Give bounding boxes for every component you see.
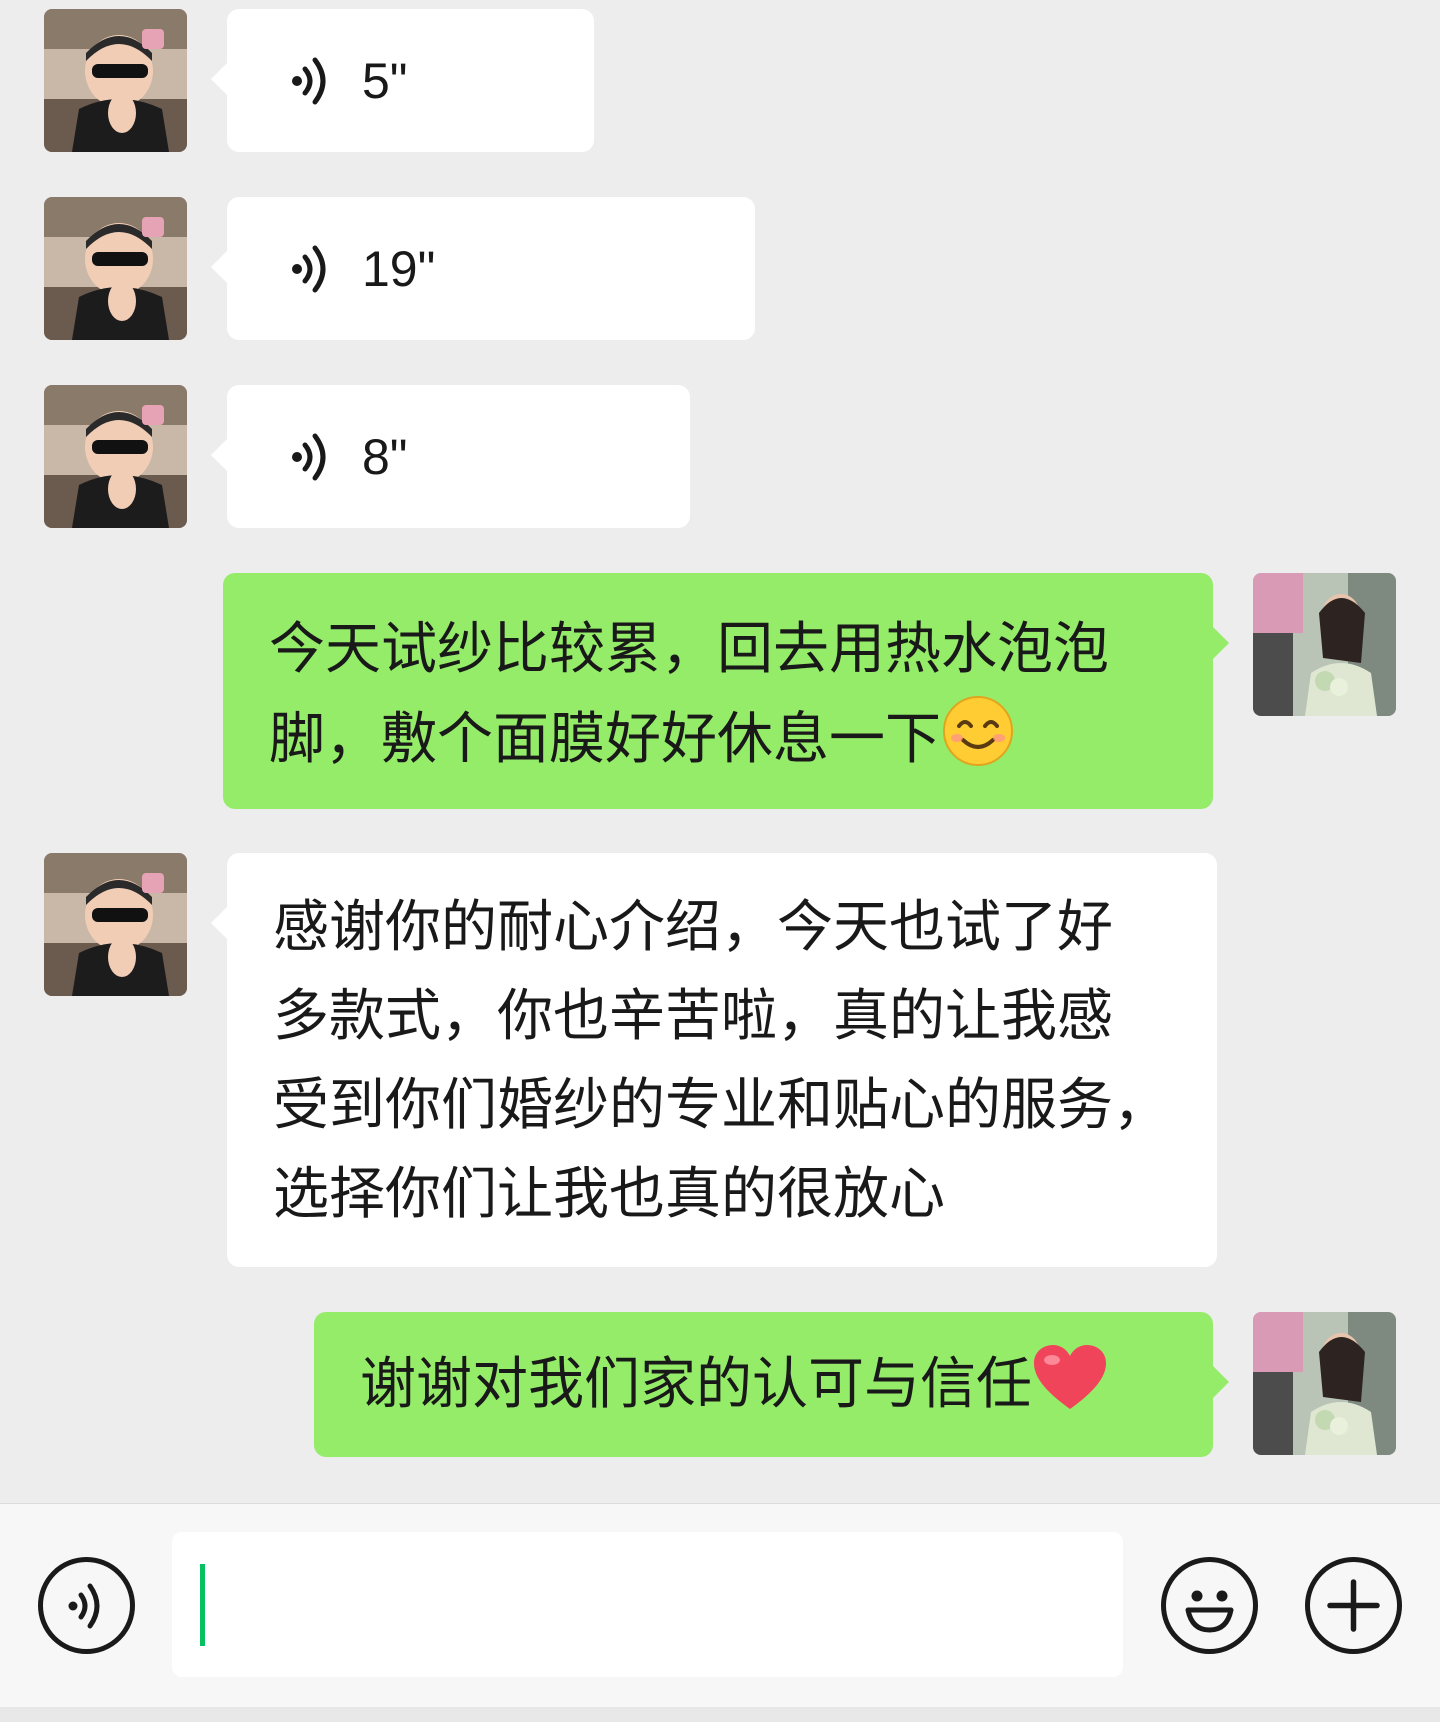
message-line-text: 脚，敷个面膜好好休息一下 <box>269 707 941 772</box>
message-line-text: 谢谢对我们家的认可与信任 <box>360 1352 1032 1417</box>
message-line: 感谢你的耐心介绍，今天也试了好 <box>273 895 1113 960</box>
message-line: 多款式，你也辛苦啦，真的让我感 <box>273 984 1113 1049</box>
red-heart-emoji <box>1034 1345 1106 1409</box>
message-line: 选择你们让我也真的很放心 <box>273 1162 945 1227</box>
smiling-face-emoji <box>943 696 1013 766</box>
outgoing-text-bubble[interactable]: 今天试纱比较累，回去用热水泡泡 脚，敷个面膜好好休息一下 <box>223 573 1229 809</box>
incoming-text-bubble[interactable]: 感谢你的耐心介绍，今天也试了好 多款式，你也辛苦啦，真的让我感 受到你们婚纱的专… <box>211 853 1217 1267</box>
voice-toggle-button[interactable] <box>38 1557 135 1654</box>
my-avatar[interactable] <box>1253 573 1396 716</box>
bottom-strip <box>0 1707 1440 1722</box>
emoji-button[interactable] <box>1161 1557 1258 1654</box>
plus-icon <box>1327 1579 1380 1632</box>
contact-avatar[interactable] <box>44 853 187 996</box>
message-line: 今天试纱比较累，回去用热水泡泡 <box>269 617 1109 682</box>
voice-message-bubble[interactable]: 8" <box>211 385 690 528</box>
my-avatar[interactable] <box>1253 1312 1396 1455</box>
contact-avatar[interactable] <box>44 385 187 528</box>
contact-avatar[interactable] <box>44 197 187 340</box>
voice-duration: 19" <box>362 241 436 297</box>
message-line: 脚，敷个面膜好好休息一下 <box>269 694 1213 784</box>
voice-icon <box>292 245 326 293</box>
voice-icon <box>292 57 326 105</box>
voice-icon <box>68 1583 100 1629</box>
text-caret <box>200 1564 205 1646</box>
voice-icon <box>292 433 326 481</box>
message-line: 谢谢对我们家的认可与信任 <box>360 1340 1213 1429</box>
voice-duration: 8" <box>362 429 408 485</box>
message-input[interactable] <box>172 1532 1123 1677</box>
voice-message-bubble[interactable]: 19" <box>211 197 755 340</box>
chat-history: 5" 19" 8" 今天试纱比较累，回去用热水泡泡 脚，敷个面膜好好休息一下 感… <box>0 0 1440 1503</box>
contact-avatar[interactable] <box>44 9 187 152</box>
voice-duration: 5" <box>362 53 408 109</box>
smiley-icon <box>1185 1590 1234 1633</box>
more-button[interactable] <box>1305 1557 1402 1654</box>
voice-message-bubble[interactable]: 5" <box>211 9 594 152</box>
message-line: 受到你们婚纱的专业和贴心的服务， <box>273 1073 1169 1138</box>
outgoing-text-bubble[interactable]: 谢谢对我们家的认可与信任 <box>314 1312 1229 1457</box>
